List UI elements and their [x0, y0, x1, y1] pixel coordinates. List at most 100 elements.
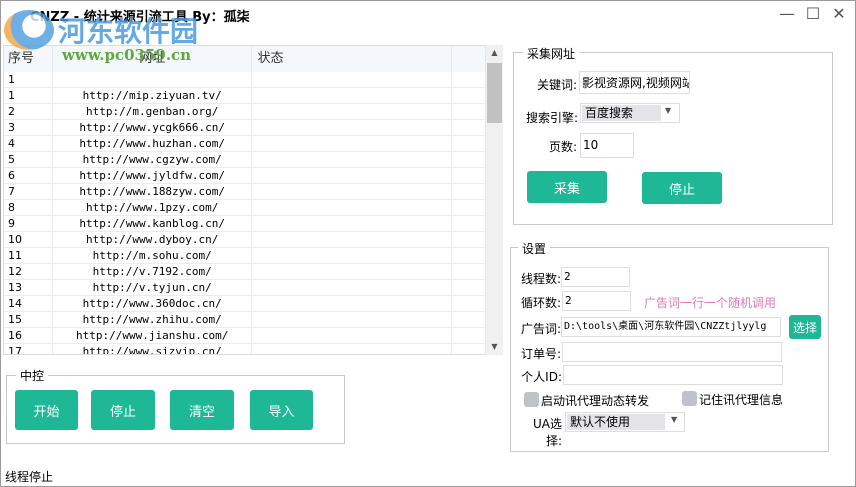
import-button[interactable]: 导入 — [250, 390, 313, 430]
row-seq: 3 — [4, 120, 53, 135]
minimize-button[interactable]: — — [777, 4, 797, 24]
row-url: http://www.1pzy.com/ — [53, 200, 253, 215]
table-row[interactable]: 3 http://www.ycgk666.cn/ — [4, 120, 486, 136]
row-url: http://www.360doc.cn/ — [53, 296, 253, 311]
close-button[interactable]: ✕ — [829, 4, 849, 24]
row-url: http://www.sizvip.cn/ — [53, 344, 253, 354]
keyword-label: 关键词: — [536, 78, 577, 92]
table-row[interactable]: 13 http://v.tyjun.cn/ — [4, 280, 486, 296]
table-row[interactable]: 12 http://v.7192.com/ — [4, 264, 486, 280]
row-status — [252, 120, 453, 135]
stop-button[interactable]: 停止 — [91, 390, 155, 430]
ua-select[interactable]: 默认不使用 ▼ — [565, 412, 685, 432]
collect-stop-button[interactable]: 停止 — [642, 172, 722, 204]
row-url: http://www.188zyw.com/ — [53, 184, 253, 199]
row-empty — [452, 152, 486, 167]
url-table: 序号 网址 状态 1 1 http://mip.ziyuan.tv/2 http://… — [3, 45, 487, 355]
row-seq: 17 — [4, 344, 53, 354]
row-url: http://v.tyjun.cn/ — [53, 280, 253, 295]
pages-input[interactable]: 10 — [580, 133, 634, 158]
row-status — [252, 152, 453, 167]
proxy-forward-checkbox[interactable] — [524, 392, 539, 407]
ad-label: 广告词: — [520, 322, 561, 336]
row-seq: 1 — [4, 88, 53, 103]
row-seq: 1 — [4, 72, 53, 87]
row-seq: 9 — [4, 216, 53, 231]
table-row[interactable]: 1 — [4, 72, 486, 88]
table-row[interactable]: 6 http://www.jyldfw.com/ — [4, 168, 486, 184]
row-status — [252, 216, 453, 231]
table-row[interactable]: 5 http://www.cgzyw.com/ — [4, 152, 486, 168]
ua-label: UA选择: — [533, 417, 562, 448]
threads-input[interactable]: 2 — [561, 267, 630, 287]
row-status — [252, 88, 453, 103]
loops-label: 循环数: — [520, 296, 561, 310]
remember-proxy-checkbox[interactable] — [682, 391, 697, 406]
chevron-down-icon: ▼ — [665, 106, 672, 115]
row-empty — [452, 72, 486, 87]
scrollbar-thumb[interactable] — [487, 63, 502, 123]
personal-id-label: 个人ID: — [521, 370, 562, 384]
table-row[interactable]: 17 http://www.sizvip.cn/ — [4, 344, 486, 354]
chevron-down-icon: ▼ — [671, 415, 678, 424]
row-url: http://www.kanblog.cn/ — [53, 216, 253, 231]
table-row[interactable]: 9 http://www.kanblog.cn/ — [4, 216, 486, 232]
header-empty — [452, 46, 486, 72]
table-row[interactable]: 7 http://www.188zyw.com/ — [4, 184, 486, 200]
table-row[interactable]: 16 http://www.jianshu.com/ — [4, 328, 486, 344]
row-seq: 4 — [4, 136, 53, 151]
pages-label: 页数: — [548, 140, 577, 154]
table-row[interactable]: 14 http://www.360doc.cn/ — [4, 296, 486, 312]
proxy-forward-label: 启动讯代理动态转发 — [541, 394, 650, 408]
row-empty — [452, 88, 486, 103]
table-row[interactable]: 2 http://m.genban.org/ — [4, 104, 486, 120]
table-row[interactable]: 15 http://www.zhihu.com/ — [4, 312, 486, 328]
row-status — [252, 328, 453, 343]
row-seq: 6 — [4, 168, 53, 183]
row-status — [252, 248, 453, 263]
collect-button[interactable]: 采集 — [527, 171, 607, 203]
settings-group-title: 设置 — [518, 240, 551, 257]
engine-value: 百度搜索 — [582, 105, 661, 121]
row-empty — [452, 312, 486, 327]
scroll-up-icon[interactable]: ▲ — [486, 45, 503, 61]
row-empty — [452, 168, 486, 183]
row-url — [53, 72, 253, 87]
engine-select[interactable]: 百度搜索 ▼ — [580, 103, 680, 123]
header-status[interactable]: 状态 — [252, 46, 453, 72]
ua-value: 默认不使用 — [567, 414, 665, 430]
row-url: http://mip.ziyuan.tv/ — [53, 88, 253, 103]
scroll-down-icon[interactable]: ▼ — [486, 339, 503, 355]
clear-button[interactable]: 清空 — [170, 390, 234, 430]
table-row[interactable]: 10 http://www.dyboy.cn/ — [4, 232, 486, 248]
row-url: http://m.sohu.com/ — [53, 248, 253, 263]
start-button[interactable]: 开始 — [15, 390, 78, 430]
row-status — [252, 280, 453, 295]
engine-label: 搜索引擎: — [525, 111, 578, 125]
row-empty — [452, 248, 486, 263]
threads-label: 线程数: — [520, 272, 561, 286]
table-row[interactable]: 11 http://m.sohu.com/ — [4, 248, 486, 264]
row-status — [252, 296, 453, 311]
remember-proxy-label: 记住讯代理信息 — [699, 393, 784, 407]
table-row[interactable]: 1 http://mip.ziyuan.tv/ — [4, 88, 486, 104]
row-seq: 7 — [4, 184, 53, 199]
watermark-url: www.pc0359.cn — [62, 46, 192, 64]
personal-id-input[interactable] — [563, 365, 783, 385]
ad-hint-text: 广告词一行一个随机调用 — [644, 296, 777, 310]
collect-group-title: 采集网址 — [523, 45, 580, 62]
loops-input[interactable]: 2 — [562, 291, 631, 311]
order-input[interactable] — [562, 342, 782, 362]
ad-file-input[interactable]: D:\tools\桌面\河东软件园\CNZZtjlyylg — [561, 317, 781, 337]
row-seq: 14 — [4, 296, 53, 311]
row-status — [252, 136, 453, 151]
choose-file-button[interactable]: 选择 — [789, 315, 821, 339]
maximize-button[interactable]: ☐ — [803, 4, 823, 24]
keyword-input[interactable]: 影视资源网,视频网站 — [579, 71, 690, 94]
row-empty — [452, 232, 486, 247]
table-row[interactable]: 8 http://www.1pzy.com/ — [4, 200, 486, 216]
row-seq: 16 — [4, 328, 53, 343]
row-url: http://www.zhihu.com/ — [53, 312, 253, 327]
table-row[interactable]: 4 http://www.huzhan.com/ — [4, 136, 486, 152]
row-status — [252, 168, 453, 183]
